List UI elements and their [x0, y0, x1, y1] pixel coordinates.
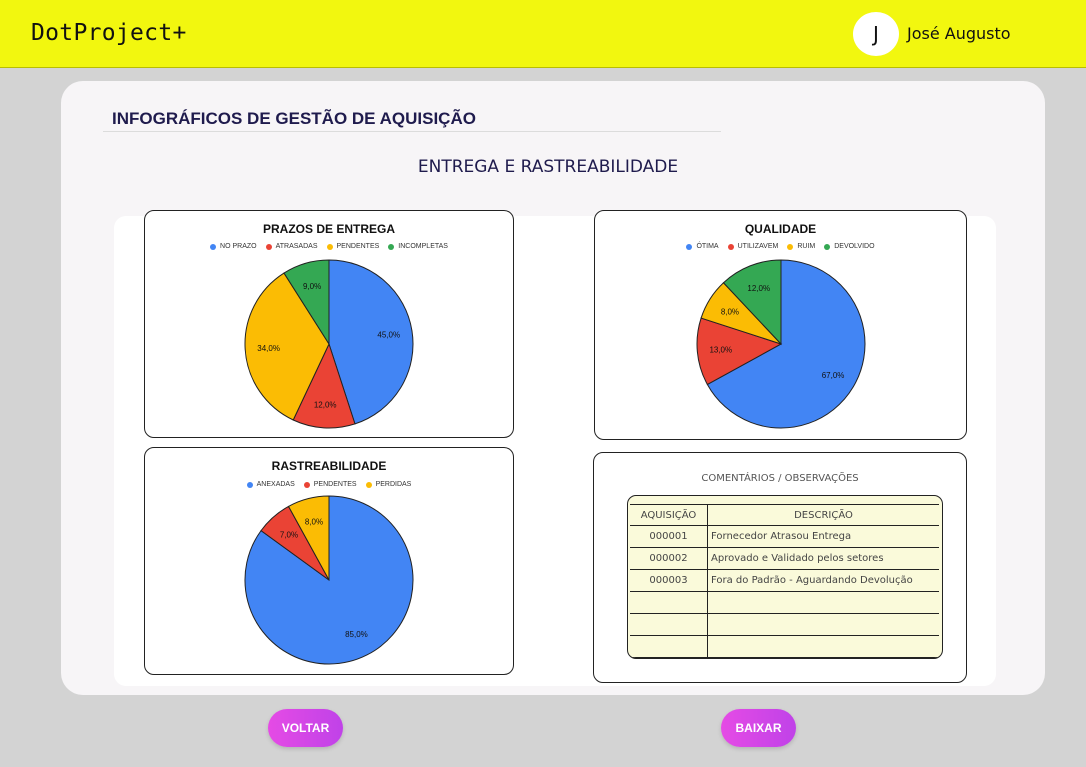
comments-title: COMENTÁRIOS / OBSERVAÇÕES	[701, 473, 859, 484]
user-name[interactable]: José Augusto	[907, 24, 1011, 43]
cell-aquisicao: 000002	[630, 548, 708, 569]
cell-aquisicao	[630, 636, 708, 657]
pie-chart: 45,0% 12,0% 34,0% 9,0%	[244, 259, 414, 429]
cell-descricao: Fornecedor Atrasou Entrega	[711, 531, 852, 542]
chart-prazos-de-entrega: PRAZOS DE ENTREGA NO PRAZO ATRASADAS PENDE…	[144, 210, 514, 438]
table-row[interactable]	[630, 614, 939, 636]
header-descricao: DESCRIÇÃO	[794, 510, 853, 521]
page-title: INFOGRÁFICOS DE GESTÃO DE AQUISIÇÃO	[112, 109, 476, 128]
download-button[interactable]: BAIXAR	[721, 709, 796, 747]
back-button[interactable]: VOLTAR	[268, 709, 343, 747]
cell-descricao	[708, 636, 939, 657]
slice-label: 67,0%	[822, 371, 845, 380]
header-aquisicao: AQUISIÇÃO	[630, 505, 708, 525]
table-header-row: AQUISIÇÃO DESCRIÇÃO	[630, 504, 939, 526]
slice-label: 85,0%	[345, 630, 368, 639]
table-row[interactable]	[630, 592, 939, 614]
slice-label: 9,0%	[303, 282, 321, 291]
cell-descricao: Aprovado e Validado pelos setores	[711, 553, 884, 564]
table-row[interactable]	[630, 636, 939, 658]
chart-qualidade: QUALIDADE ÓTIMA UTILIZAVEM RUIM DEVOLVIDO 6…	[594, 210, 967, 440]
chart-rastreabilidade: RASTREABILIDADE ANEXADAS PENDENTES PERDIDA…	[144, 447, 514, 675]
cell-descricao	[708, 592, 939, 613]
slice-label: 7,0%	[280, 531, 298, 540]
slice-label: 13,0%	[709, 346, 732, 355]
app-title: DotProject+	[31, 20, 187, 46]
slice-label: 12,0%	[747, 284, 770, 293]
table-row[interactable]: 000002 Aprovado e Validado pelos setores	[630, 548, 939, 570]
section-title: ENTREGA E RASTREABILIDADE	[417, 157, 679, 177]
table-row[interactable]: 000001 Fornecedor Atrasou Entrega	[630, 526, 939, 548]
cell-descricao	[708, 614, 939, 635]
slice-label: 12,0%	[314, 400, 337, 409]
cell-aquisicao: 000003	[630, 570, 708, 591]
pie-chart: 85,0% 7,0% 8,0%	[244, 495, 414, 665]
slice-label: 8,0%	[721, 308, 739, 317]
cell-aquisicao	[630, 592, 708, 613]
comments-box: COMENTÁRIOS / OBSERVAÇÕES AQUISIÇÃO DESC…	[593, 452, 967, 683]
cell-descricao: Fora do Padrão - Aguardando Devolução	[711, 575, 913, 586]
avatar[interactable]: J	[853, 12, 899, 56]
table-row[interactable]: 000003 Fora do Padrão - Aguardando Devol…	[630, 570, 939, 592]
cell-aquisicao: 000001	[630, 526, 708, 547]
cell-aquisicao	[630, 614, 708, 635]
slice-label: 45,0%	[377, 331, 400, 340]
title-divider	[103, 131, 721, 132]
pie-chart: 67,0% 13,0% 8,0% 12,0%	[696, 259, 866, 429]
slice-label: 8,0%	[305, 517, 323, 526]
comments-table: AQUISIÇÃO DESCRIÇÃO 000001 Fornecedor At…	[627, 495, 943, 659]
top-bar: DotProject+ J José Augusto	[0, 0, 1086, 68]
slice-label: 34,0%	[257, 344, 280, 353]
